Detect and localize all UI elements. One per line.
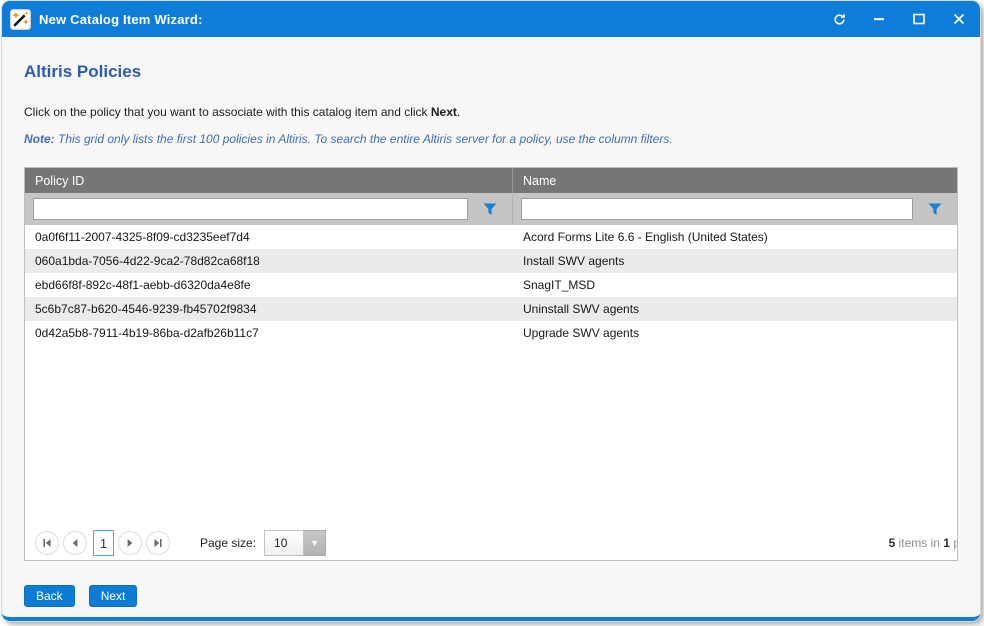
filter-funnel-icon[interactable] xyxy=(468,203,512,216)
pages-count: 1 xyxy=(943,536,950,550)
table-row[interactable]: 0d42a5b8-7911-4b19-86ba-d2afb26b11c7 Upg… xyxy=(25,321,957,345)
note-text: Note: This grid only lists the first 100… xyxy=(24,132,958,146)
back-button[interactable]: Back xyxy=(24,585,75,607)
name-cell[interactable]: Install SWV agents xyxy=(513,249,957,273)
policy-id-cell[interactable]: 0a0f6f11-2007-4325-8f09-cd3235eef7d4 xyxy=(25,225,513,249)
chevron-down-icon[interactable]: ▼ xyxy=(304,530,326,556)
content-area: Altiris Policies Click on the policy tha… xyxy=(2,37,980,617)
minimize-icon[interactable] xyxy=(870,10,888,28)
refresh-icon[interactable] xyxy=(830,10,848,28)
table-row[interactable]: 0a0f6f11-2007-4325-8f09-cd3235eef7d4 Aco… xyxy=(25,225,957,249)
wizard-footer: Back Next xyxy=(24,585,958,607)
items-summary: 5 items in 1 p xyxy=(889,536,957,550)
instruction-next-word: Next xyxy=(431,105,457,119)
grid-filter-row xyxy=(25,193,957,225)
page-size-label: Page size: xyxy=(200,536,256,550)
titlebar: New Catalog Item Wizard: xyxy=(2,1,980,37)
note-label: Note: xyxy=(24,132,55,146)
next-page-icon[interactable] xyxy=(118,531,142,555)
window-controls xyxy=(830,10,968,28)
items-summary-tail: p xyxy=(950,536,957,550)
name-filter-cell xyxy=(513,193,957,225)
name-cell[interactable]: Uninstall SWV agents xyxy=(513,297,957,321)
policy-id-cell[interactable]: 0d42a5b8-7911-4b19-86ba-d2afb26b11c7 xyxy=(25,321,513,345)
name-filter-input[interactable] xyxy=(521,198,913,220)
next-button[interactable]: Next xyxy=(89,585,138,607)
grid-pager: 1 Page size: 10 ▼ 5 items in 1 p xyxy=(25,526,957,560)
page-size-value: 10 xyxy=(264,530,304,556)
table-row[interactable]: ebd66f8f-892c-48f1-aebb-d6320da4e8fe Sna… xyxy=(25,273,957,297)
maximize-icon[interactable] xyxy=(910,10,928,28)
table-row[interactable]: 060a1bda-7056-4d22-9ca2-78d82ca68f18 Ins… xyxy=(25,249,957,273)
instruction-suffix: . xyxy=(457,105,460,119)
name-cell[interactable]: SnagIT_MSD xyxy=(513,273,957,297)
policies-grid: Policy ID Name xyxy=(24,167,958,561)
instruction-prefix: Click on the policy that you want to ass… xyxy=(24,105,431,119)
page-size-dropdown[interactable]: 10 ▼ xyxy=(264,530,326,556)
policy-id-cell[interactable]: ebd66f8f-892c-48f1-aebb-d6320da4e8fe xyxy=(25,273,513,297)
policy-id-cell[interactable]: 5c6b7c87-b620-4546-9239-fb45702f9834 xyxy=(25,297,513,321)
name-cell[interactable]: Acord Forms Lite 6.6 - English (United S… xyxy=(513,225,957,249)
wizard-window: New Catalog Item Wizard: xyxy=(2,1,980,621)
column-header-name[interactable]: Name xyxy=(513,168,957,193)
previous-page-icon[interactable] xyxy=(63,531,87,555)
name-cell[interactable]: Upgrade SWV agents xyxy=(513,321,957,345)
last-page-icon[interactable] xyxy=(146,531,170,555)
table-row[interactable]: 5c6b7c87-b620-4546-9239-fb45702f9834 Uni… xyxy=(25,297,957,321)
grid-header-row: Policy ID Name xyxy=(25,168,957,193)
policy-id-cell[interactable]: 060a1bda-7056-4d22-9ca2-78d82ca68f18 xyxy=(25,249,513,273)
wizard-wand-stars-icon xyxy=(10,9,31,30)
policy-id-filter-input[interactable] xyxy=(33,198,468,220)
column-header-policy-id[interactable]: Policy ID xyxy=(25,168,513,193)
filter-funnel-icon[interactable] xyxy=(913,203,957,216)
note-body: This grid only lists the first 100 polic… xyxy=(55,132,673,146)
close-icon[interactable] xyxy=(950,10,968,28)
grid-body: 0a0f6f11-2007-4325-8f09-cd3235eef7d4 Aco… xyxy=(25,225,957,526)
first-page-icon[interactable] xyxy=(35,531,59,555)
instruction-text: Click on the policy that you want to ass… xyxy=(24,105,958,119)
items-summary-middle: items in xyxy=(895,536,943,550)
window-title: New Catalog Item Wizard: xyxy=(39,12,203,27)
policy-id-filter-cell xyxy=(25,193,513,225)
current-page-indicator[interactable]: 1 xyxy=(93,530,114,556)
page-title: Altiris Policies xyxy=(24,62,958,82)
